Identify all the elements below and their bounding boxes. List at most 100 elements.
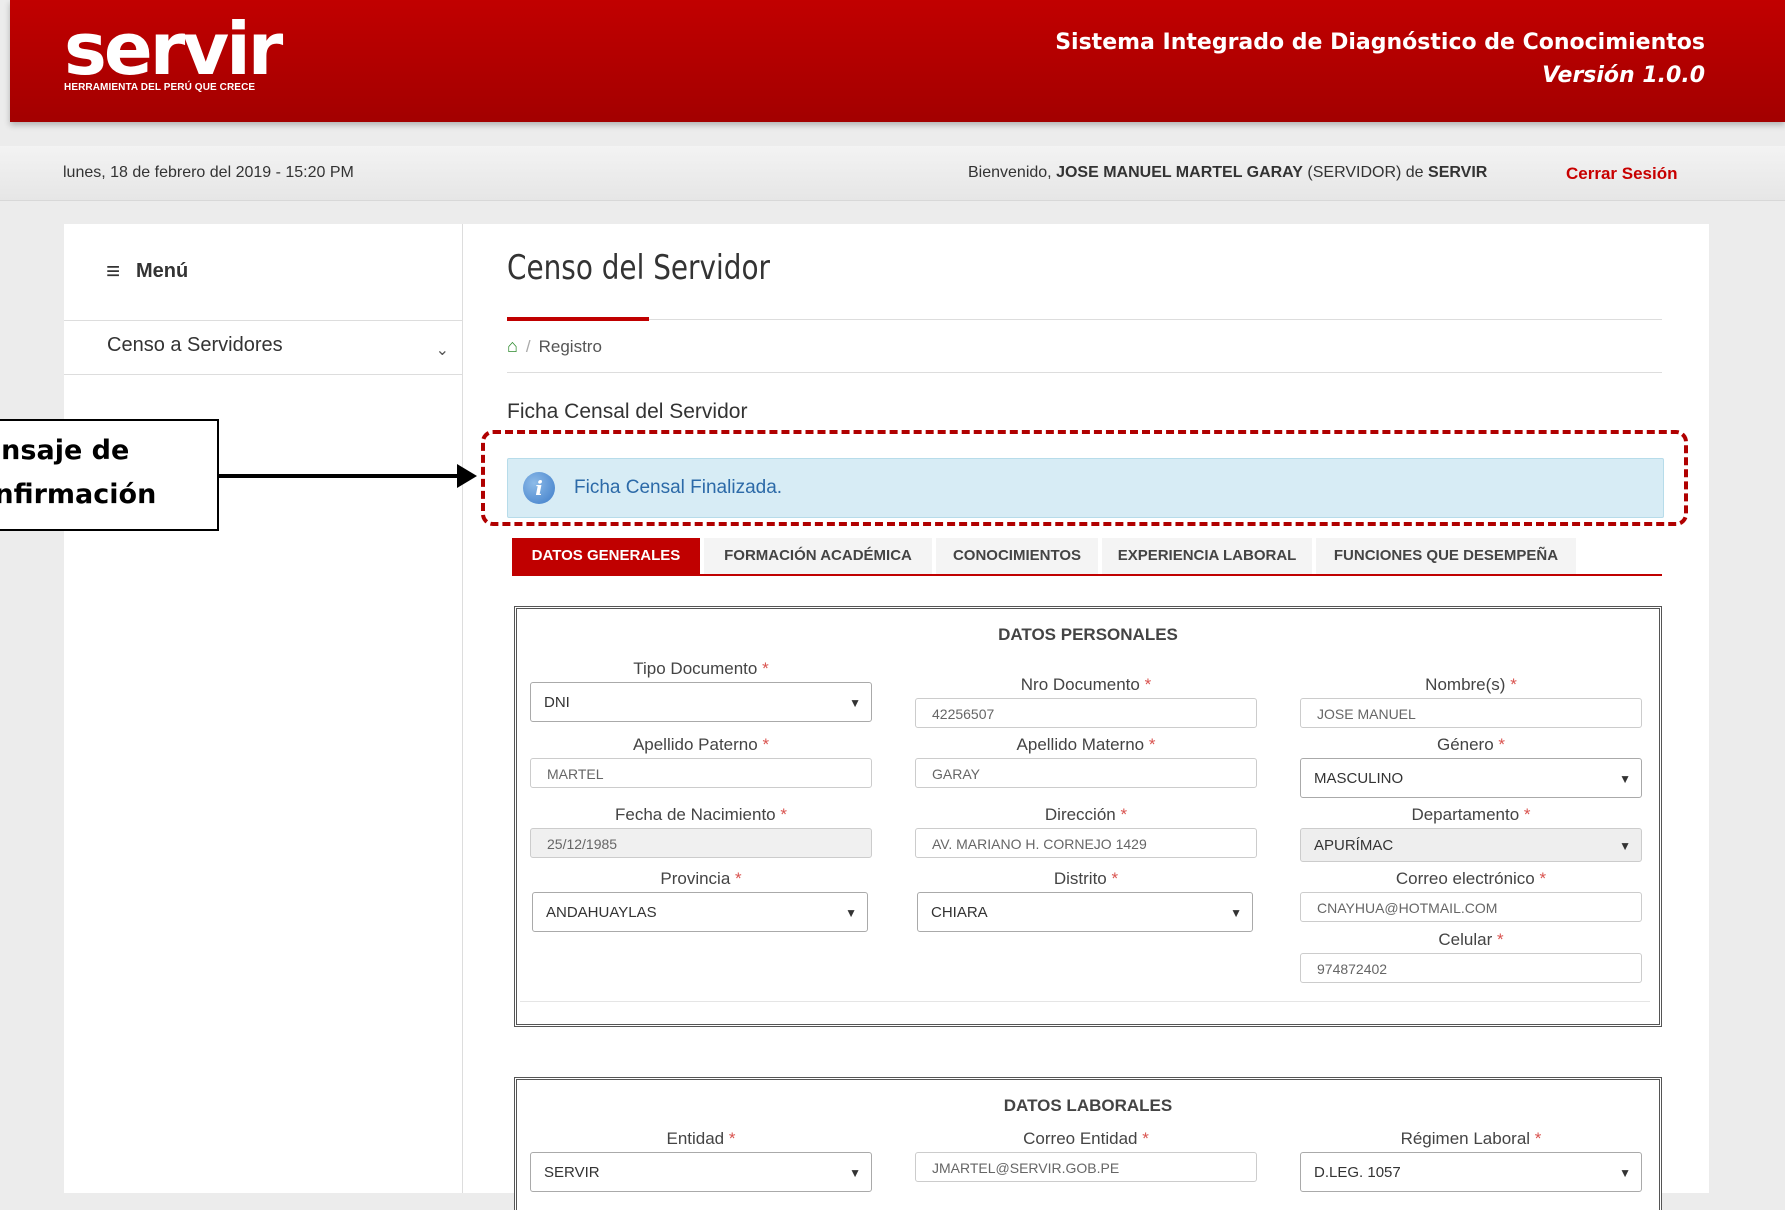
tipo-documento-select[interactable]: DNI ▼: [530, 682, 872, 722]
label-text: Entidad: [666, 1129, 725, 1148]
direccion-input[interactable]: AV. MARIANO H. CORNEJO 1429: [915, 828, 1257, 858]
apellido-materno-input[interactable]: GARAY: [915, 758, 1257, 788]
label-text: Género: [1436, 735, 1494, 754]
tab-conocimientos[interactable]: CONOCIMIENTOS: [936, 538, 1098, 574]
fecha-nacimiento-label: Fecha de Nacimiento *: [530, 805, 872, 825]
dropdown-arrow-icon: ▼: [1619, 1166, 1631, 1180]
tab-formacion-academica[interactable]: FORMACIÓN ACADÉMICA: [704, 538, 932, 574]
required-mark: *: [1111, 869, 1119, 888]
required-mark: *: [1148, 735, 1156, 754]
tipo-documento-label: Tipo Documento *: [530, 659, 872, 679]
servir-logo[interactable]: servir HERRAMIENTA DEL PERÚ QUE CRECE: [64, 7, 283, 93]
entidad-label: Entidad *: [530, 1129, 872, 1149]
departamento-select[interactable]: APURÍMAC ▼: [1300, 828, 1642, 862]
tab-experiencia-laboral[interactable]: EXPERIENCIA LABORAL: [1102, 538, 1312, 574]
dropdown-arrow-icon: ▼: [1619, 772, 1631, 786]
label-text: Régimen Laboral: [1400, 1129, 1531, 1148]
divider: [507, 372, 1662, 373]
annotation-callout: Mensaje de Confirmación: [0, 419, 219, 531]
menu-toggle[interactable]: ≡ Menú: [106, 258, 188, 286]
system-title: Sistema Integrado de Diagnóstico de Cono…: [1055, 30, 1705, 55]
label-text: Apellido Paterno: [632, 735, 758, 754]
current-date: lunes, 18 de febrero del 2019 - 15:20 PM: [63, 164, 354, 181]
select-value: MASCULINO: [1314, 770, 1404, 787]
departamento-label: Departamento *: [1300, 805, 1642, 825]
welcome-message: Bienvenido, JOSE MANUEL MARTEL GARAY (SE…: [968, 164, 1487, 182]
divider: [64, 374, 462, 375]
nombres-input[interactable]: JOSE MANUEL: [1300, 698, 1642, 728]
datos-laborales-section: DATOS LABORALES Entidad * SERVIR ▼ Correo…: [514, 1077, 1662, 1210]
tab-funciones[interactable]: FUNCIONES QUE DESEMPEÑA: [1316, 538, 1576, 574]
select-value: D.LEG. 1057: [1314, 1164, 1401, 1181]
select-value: CHIARA: [931, 904, 988, 921]
tab-datos-generales[interactable]: DATOS GENERALES: [512, 538, 700, 574]
label-text: Departamento: [1411, 805, 1520, 824]
apellido-paterno-input[interactable]: MARTEL: [530, 758, 872, 788]
required-mark: *: [735, 869, 742, 888]
logout-link[interactable]: Cerrar Sesión: [1566, 164, 1678, 184]
fecha-nacimiento-input[interactable]: 25/12/1985: [530, 828, 872, 858]
distrito-select[interactable]: CHIARA ▼: [917, 892, 1253, 932]
apellido-paterno-label: Apellido Paterno *: [530, 735, 872, 755]
dropdown-arrow-icon: ▼: [1230, 906, 1242, 920]
genero-select[interactable]: MASCULINO ▼: [1300, 758, 1642, 798]
tab-bar: DATOS GENERALES FORMACIÓN ACADÉMICA CONO…: [512, 538, 1662, 576]
menu-label: Menú: [136, 260, 189, 282]
annotation-highlight-box: [481, 430, 1688, 526]
dropdown-arrow-icon: ▼: [845, 906, 857, 920]
logo-tagline: HERRAMIENTA DEL PERÚ QUE CRECE: [64, 82, 256, 93]
provincia-select[interactable]: ANDAHUAYLAS ▼: [532, 892, 868, 932]
required-mark: *: [762, 659, 769, 678]
app-header: servir HERRAMIENTA DEL PERÚ QUE CRECE Si…: [10, 0, 1785, 122]
logo-wordmark: servir: [64, 7, 283, 91]
required-mark: *: [1498, 735, 1506, 754]
nombres-label: Nombre(s) *: [1300, 675, 1642, 695]
chevron-down-icon: ⌄: [435, 342, 449, 359]
annotation-arrow: [219, 474, 459, 478]
required-mark: *: [1496, 930, 1504, 949]
celular-input[interactable]: 974872402: [1300, 953, 1642, 983]
hamburger-icon: ≡: [106, 258, 121, 285]
user-name: JOSE MANUEL MARTEL GARAY: [1056, 164, 1303, 181]
regimen-laboral-select[interactable]: D.LEG. 1057 ▼: [1300, 1152, 1642, 1192]
label-text: Correo electrónico: [1395, 869, 1535, 888]
label-text: Celular: [1438, 930, 1493, 949]
genero-label: Género *: [1300, 735, 1642, 755]
label-text: Tipo Documento: [633, 659, 758, 678]
user-role: (SERVIDOR) de: [1307, 164, 1424, 181]
required-mark: *: [762, 735, 770, 754]
correo-input[interactable]: CNAYHUA@HOTMAIL.COM: [1300, 892, 1642, 922]
callout-line-1: Mensaje de: [0, 435, 130, 466]
correo-entidad-input[interactable]: JMARTEL@SERVIR.GOB.PE: [915, 1152, 1257, 1182]
section-heading: DATOS PERSONALES: [998, 625, 1178, 644]
entidad-select[interactable]: SERVIR ▼: [530, 1152, 872, 1192]
select-value: SERVIR: [544, 1164, 600, 1181]
label-text: Apellido Materno: [1016, 735, 1145, 754]
divider: [507, 319, 1662, 320]
system-version: Versión 1.0.0: [1542, 63, 1705, 88]
label-text: Distrito: [1053, 869, 1107, 888]
session-bar: lunes, 18 de febrero del 2019 - 15:20 PM…: [0, 146, 1785, 201]
label-text: Correo Entidad: [1023, 1129, 1138, 1148]
nro-documento-input[interactable]: 42256507: [915, 698, 1257, 728]
select-value: ANDAHUAYLAS: [546, 904, 657, 921]
apellido-materno-label: Apellido Materno *: [915, 735, 1257, 755]
breadcrumb-current: Registro: [538, 337, 602, 356]
required-mark: *: [1534, 1129, 1542, 1148]
dropdown-arrow-icon: ▼: [849, 696, 861, 710]
home-icon[interactable]: ⌂: [507, 336, 518, 356]
dropdown-arrow-icon: ▼: [849, 1166, 861, 1180]
section-heading: DATOS LABORALES: [1003, 1096, 1173, 1115]
sidebar-item-censo[interactable]: Censo a Servidores ⌄: [107, 334, 449, 374]
required-mark: *: [728, 1129, 736, 1148]
callout-line-2: Confirmación: [0, 479, 157, 510]
celular-label: Celular *: [1300, 930, 1642, 950]
required-mark: *: [1510, 675, 1517, 694]
sidebar-item-label: Censo a Servidores: [107, 334, 283, 356]
correo-label: Correo electrónico *: [1300, 869, 1642, 889]
required-mark: *: [1144, 675, 1152, 694]
label-text: Fecha de Nacimiento: [615, 805, 776, 824]
nro-documento-label: Nro Documento *: [915, 675, 1257, 695]
label-text: Dirección: [1044, 805, 1116, 824]
title-accent-bar: [507, 317, 649, 321]
